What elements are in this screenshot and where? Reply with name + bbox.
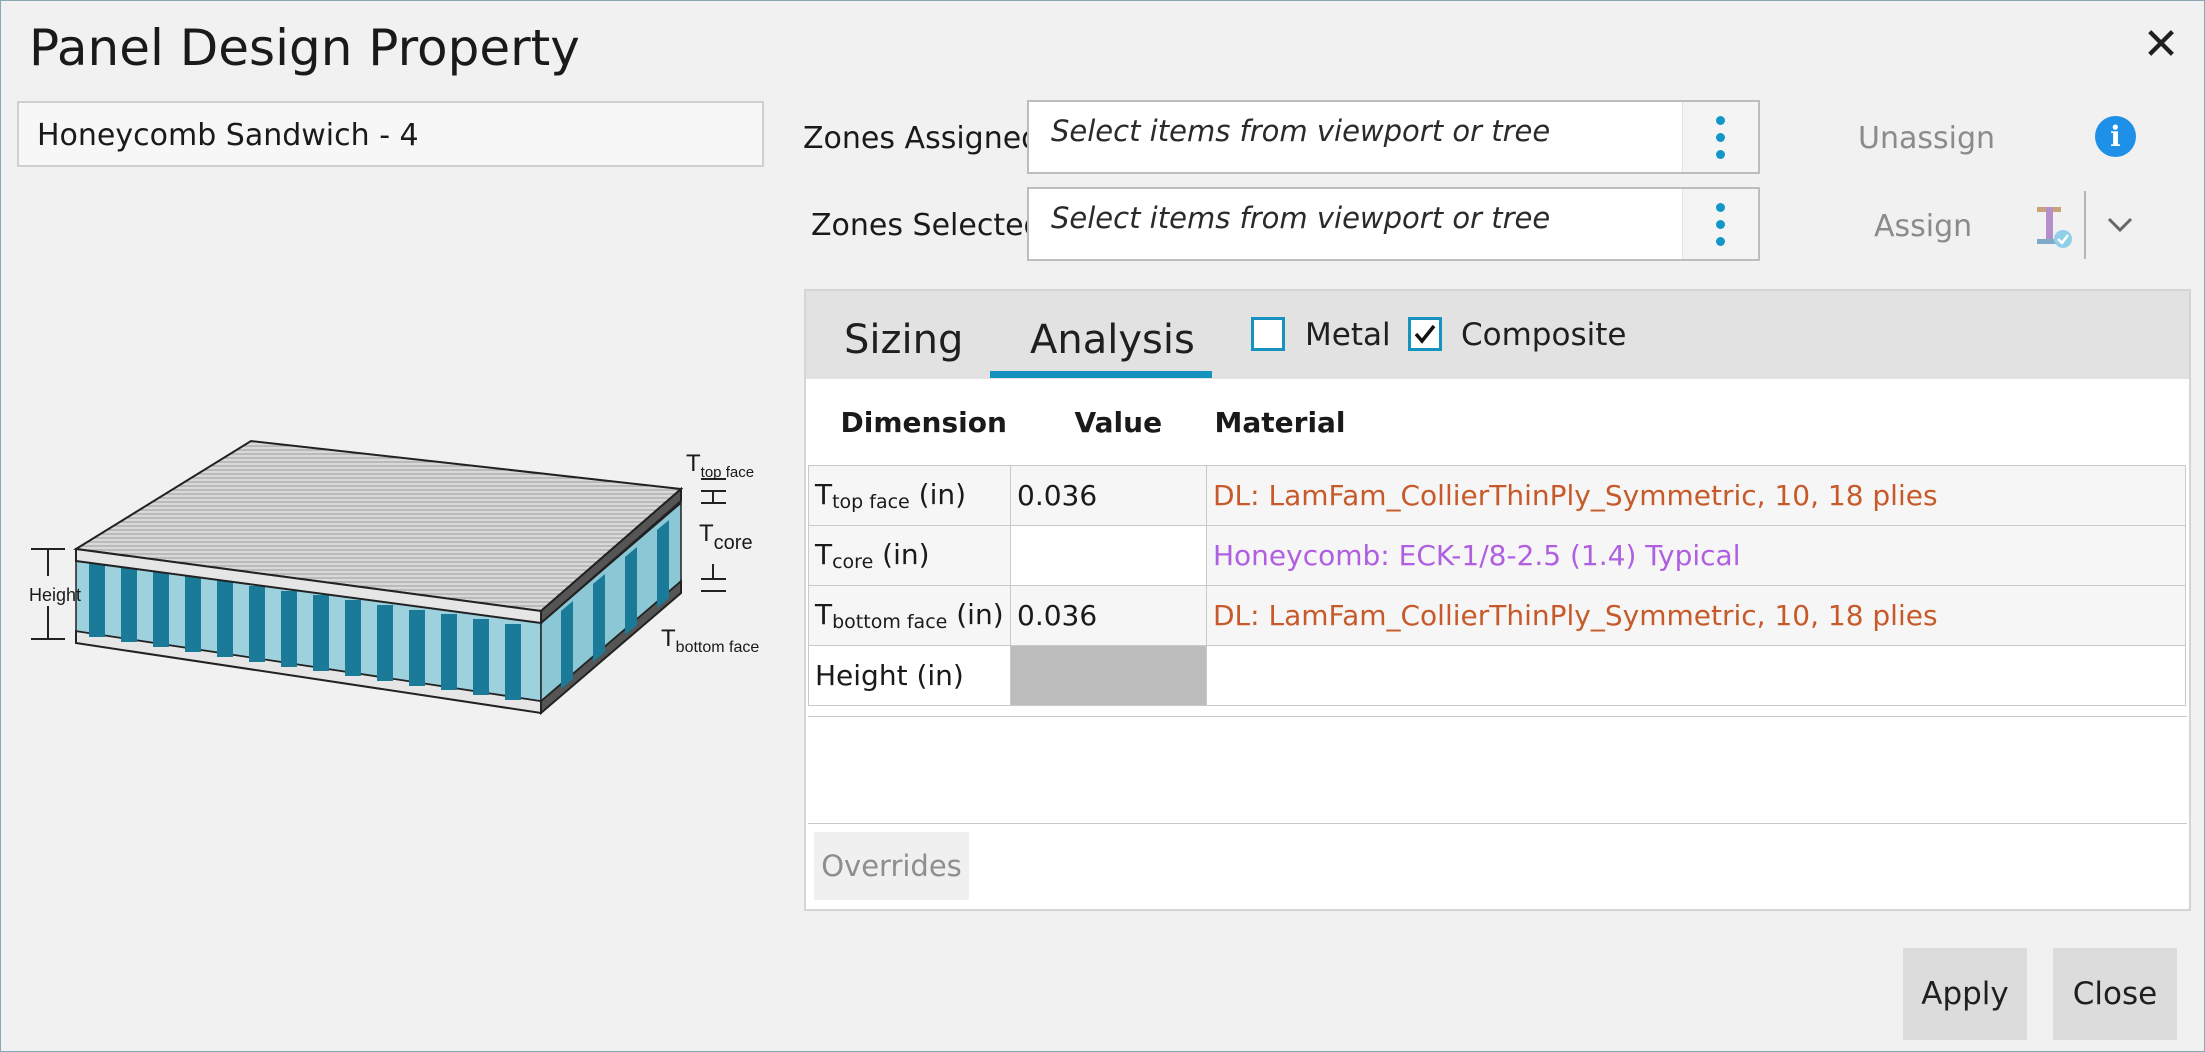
- zones-assigned-label: Zones Assigned:: [803, 121, 1051, 156]
- zones-selected-placeholder: Select items from viewport or tree: [1051, 201, 1551, 235]
- material-cell[interactable]: DL: LamFam_CollierThinPly_Symmetric, 10,…: [1206, 585, 2186, 646]
- material-cell[interactable]: [1206, 645, 2186, 706]
- tab-sizing[interactable]: Sizing: [844, 317, 963, 363]
- value-header: Value: [1010, 379, 1207, 466]
- table-row[interactable]: Ttop face (in) 0.036 DL: LamFam_CollierT…: [808, 465, 2186, 526]
- property-name-field[interactable]: Honeycomb Sandwich - 4: [17, 101, 764, 167]
- value-cell[interactable]: 0.036: [1010, 585, 1207, 646]
- close-button[interactable]: Close: [2053, 948, 2177, 1040]
- table-empty-area: [808, 716, 2187, 824]
- info-icon[interactable]: i: [2095, 116, 2136, 157]
- table-row[interactable]: Tbottom face (in) 0.036 DL: LamFam_Colli…: [808, 585, 2186, 646]
- analysis-panel: Sizing Analysis Metal Composite Dimensio…: [804, 289, 2191, 911]
- height-label: Height: [29, 585, 81, 605]
- metal-label: Metal: [1305, 317, 1391, 353]
- active-tab-indicator: [990, 371, 1212, 378]
- zones-assigned-input[interactable]: Select items from viewport or tree: [1027, 100, 1760, 174]
- close-icon[interactable]: ✕: [2141, 23, 2181, 67]
- t-top-label: Ttop face: [686, 450, 754, 481]
- dialog-title: Panel Design Property: [29, 19, 580, 77]
- dimension-cell: Ttop face (in): [808, 465, 1011, 526]
- material-cell[interactable]: Honeycomb: ECK-1/8-2.5 (1.4) Typical: [1206, 525, 2186, 586]
- tab-analysis[interactable]: Analysis: [1030, 317, 1195, 363]
- zones-assigned-placeholder: Select items from viewport or tree: [1051, 114, 1551, 148]
- material-header: Material: [1206, 379, 2186, 466]
- value-cell[interactable]: [1010, 525, 1207, 586]
- zones-selected-label: Zones Selected:: [811, 208, 1053, 243]
- chevron-down-icon[interactable]: [2103, 207, 2137, 241]
- apply-button[interactable]: Apply: [1903, 948, 2027, 1040]
- honeycomb-sandwich-illustration: Height Ttop face Tcore Tbottom face: [29, 439, 759, 716]
- table-row[interactable]: Height (in): [808, 645, 2186, 706]
- composite-label: Composite: [1461, 317, 1627, 353]
- t-core-label: Tcore: [699, 520, 753, 554]
- table-row[interactable]: Tcore (in) Honeycomb: ECK-1/8-2.5 (1.4) …: [808, 525, 2186, 586]
- property-name-value: Honeycomb Sandwich - 4: [37, 118, 419, 153]
- toolbar-divider: [2084, 191, 2086, 259]
- metal-checkbox[interactable]: [1251, 317, 1285, 351]
- composite-checkbox[interactable]: [1408, 317, 1442, 351]
- material-tools-icon[interactable]: [2031, 201, 2073, 251]
- unassign-button[interactable]: Unassign: [1858, 121, 1995, 156]
- dimension-cell: Tbottom face (in): [808, 585, 1011, 646]
- kebab-menu-icon[interactable]: [1682, 102, 1758, 172]
- tab-bar: Sizing Analysis Metal Composite: [806, 291, 2189, 379]
- dimension-cell: Height (in): [808, 645, 1011, 706]
- dimension-cell: Tcore (in): [808, 525, 1011, 586]
- kebab-menu-icon[interactable]: [1682, 189, 1758, 259]
- overrides-button[interactable]: Overrides: [814, 832, 969, 900]
- dimension-table: Dimension Value Material Ttop face (in) …: [808, 379, 2186, 706]
- assign-button[interactable]: Assign: [1874, 209, 1972, 244]
- dimension-header: Dimension: [808, 379, 1011, 466]
- checkmark-icon: [1414, 324, 1436, 344]
- material-cell[interactable]: DL: LamFam_CollierThinPly_Symmetric, 10,…: [1206, 465, 2186, 526]
- value-cell[interactable]: [1010, 645, 1207, 706]
- t-bottom-label: Tbottom face: [661, 625, 759, 656]
- value-cell[interactable]: 0.036: [1010, 465, 1207, 526]
- panel-design-property-dialog: Panel Design Property ✕ Honeycomb Sandwi…: [0, 0, 2205, 1052]
- zones-selected-input[interactable]: Select items from viewport or tree: [1027, 187, 1760, 261]
